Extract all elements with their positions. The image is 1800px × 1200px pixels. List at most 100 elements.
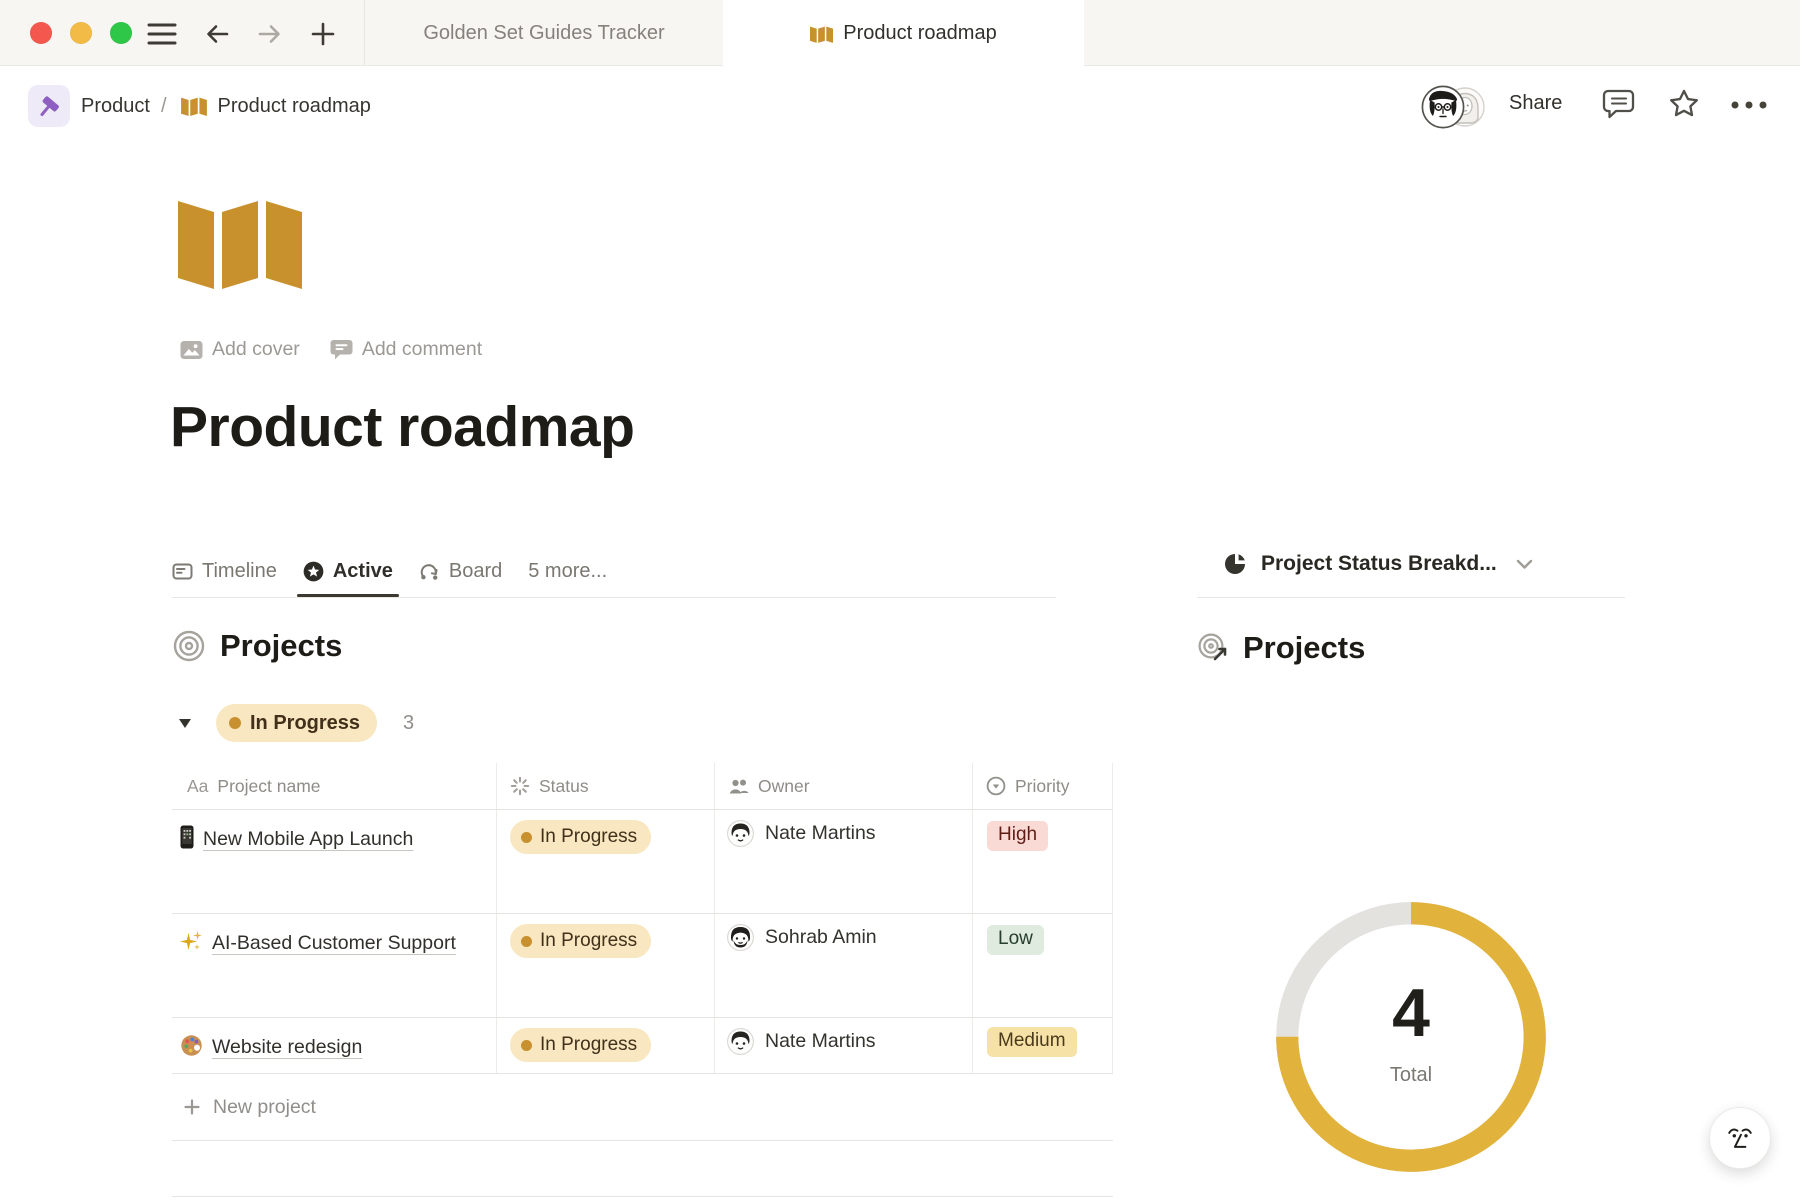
view-tab-timeline[interactable]: Timeline [172, 545, 277, 597]
zoom-window-button[interactable] [110, 22, 132, 44]
avatar [1421, 85, 1465, 129]
owner-name: Sohrab Amin [765, 926, 877, 949]
target-link-icon [1197, 632, 1229, 664]
target-icon [172, 629, 206, 663]
page-icon-map[interactable] [178, 193, 302, 289]
donut-chart: 4 Total [1266, 892, 1556, 1182]
group-status-pill[interactable]: In Progress [216, 704, 377, 742]
star-icon[interactable] [1668, 88, 1700, 120]
forward-icon[interactable] [254, 18, 286, 50]
image-icon [180, 340, 203, 360]
breadcrumb: Product / Product roadmap [28, 84, 371, 128]
board-icon [419, 561, 440, 582]
notion-app-window: Golden Set Guides Tracker Product roadma… [0, 0, 1800, 1200]
add-comment-label: Add comment [362, 338, 482, 361]
owner-name: Nate Martins [765, 822, 876, 845]
tab-product-roadmap[interactable]: Product roadmap [723, 0, 1084, 67]
column-label: Owner [758, 776, 810, 797]
column-label: Priority [1015, 776, 1069, 797]
section-title: Projects [220, 628, 342, 664]
collaborator-avatars[interactable] [1421, 85, 1487, 129]
view-tabs: Timeline Active Board 5 more... [172, 545, 607, 597]
people-icon [728, 777, 749, 796]
owner-cell[interactable]: Nate Martins [715, 1018, 973, 1073]
add-cover-button[interactable]: Add cover [180, 338, 300, 361]
page-title[interactable]: Product roadmap [170, 394, 634, 460]
status-dot [229, 717, 241, 729]
add-comment-button[interactable]: Add comment [330, 338, 482, 361]
map-icon [810, 25, 833, 43]
comment-icon[interactable] [1602, 88, 1636, 120]
status-label: In Progress [540, 930, 637, 952]
priority-cell[interactable]: Medium [973, 1018, 1113, 1073]
column-label: Status [539, 776, 589, 797]
column-header-status[interactable]: Status [497, 763, 715, 809]
table-header-row: Aa Project name Status Owner Priority [172, 763, 1113, 810]
pie-chart-icon [1222, 551, 1248, 577]
status-cell[interactable]: In Progress [497, 1018, 715, 1073]
column-header-priority[interactable]: Priority [973, 763, 1113, 809]
priority-cell[interactable]: High [973, 810, 1113, 913]
avatar [727, 820, 754, 847]
chart-section-heading[interactable]: Projects [1197, 630, 1365, 666]
view-tab-board[interactable]: Board [419, 545, 502, 597]
group-count: 3 [403, 712, 414, 735]
minimize-window-button[interactable] [70, 22, 92, 44]
status-dot [521, 832, 532, 843]
priority-cell[interactable]: Low [973, 914, 1113, 1017]
map-icon [181, 96, 207, 116]
view-tab-label: Timeline [202, 560, 277, 583]
chart-view-selector[interactable]: Project Status Breakd... [1222, 551, 1533, 577]
project-name-cell[interactable]: Website redesign [172, 1018, 497, 1073]
spinner-icon [510, 776, 530, 796]
text-type-icon: Aa [187, 776, 208, 797]
column-header-project-name[interactable]: Aa Project name [172, 763, 497, 809]
ai-assistant-button[interactable] [1709, 1107, 1771, 1169]
plus-icon [182, 1097, 202, 1117]
project-link[interactable]: AI-Based Customer Support [212, 932, 456, 954]
star-badge-icon [303, 561, 324, 582]
project-link[interactable]: New Mobile App Launch [203, 828, 413, 850]
status-dot [521, 936, 532, 947]
sidebar-menu-icon[interactable] [146, 18, 178, 50]
priority-pill: Medium [987, 1027, 1077, 1057]
new-project-button[interactable]: New project [172, 1074, 1113, 1141]
view-tab-active[interactable]: Active [303, 545, 393, 597]
breadcrumb-separator: / [161, 95, 167, 118]
face-icon [1721, 1119, 1759, 1157]
mobile-phone-icon [180, 825, 194, 849]
share-button[interactable]: Share [1503, 88, 1568, 119]
table-row[interactable]: Website redesign In Progress Nate Martin… [172, 1018, 1113, 1074]
tab-golden-set-guides-tracker[interactable]: Golden Set Guides Tracker [365, 0, 723, 66]
table-row[interactable]: New Mobile App Launch In Progress Nate M… [172, 810, 1113, 914]
section-title: Projects [1243, 630, 1365, 666]
view-tabs-more-label: 5 more... [528, 560, 607, 583]
workspace-icon[interactable] [28, 85, 70, 127]
breadcrumb-root[interactable]: Product [81, 95, 150, 118]
column-header-owner[interactable]: Owner [715, 763, 973, 809]
comment-bubble-icon [330, 339, 353, 360]
divider [172, 597, 1056, 598]
table-row[interactable]: AI-Based Customer Support In Progress So… [172, 914, 1113, 1018]
status-cell[interactable]: In Progress [497, 914, 715, 1017]
more-icon[interactable] [1730, 100, 1768, 110]
new-tab-icon[interactable] [307, 18, 339, 50]
project-name-cell[interactable]: New Mobile App Launch [172, 810, 497, 913]
owner-cell[interactable]: Sohrab Amin [715, 914, 973, 1017]
close-window-button[interactable] [30, 22, 52, 44]
back-icon[interactable] [201, 18, 233, 50]
chevron-down-icon [1516, 559, 1533, 570]
triangle-down-icon[interactable] [178, 717, 192, 729]
project-name-cell[interactable]: AI-Based Customer Support [172, 914, 497, 1017]
status-cell[interactable]: In Progress [497, 810, 715, 913]
view-tab-label: Active [333, 560, 393, 583]
avatar [727, 1028, 754, 1055]
projects-section-heading: Projects [172, 628, 342, 664]
column-label: Project name [217, 776, 320, 797]
new-project-label: New project [213, 1096, 316, 1119]
breadcrumb-current[interactable]: Product roadmap [218, 95, 371, 118]
view-tabs-more[interactable]: 5 more... [528, 545, 607, 597]
owner-cell[interactable]: Nate Martins [715, 810, 973, 913]
owner-name: Nate Martins [765, 1030, 876, 1053]
project-link[interactable]: Website redesign [212, 1036, 362, 1058]
